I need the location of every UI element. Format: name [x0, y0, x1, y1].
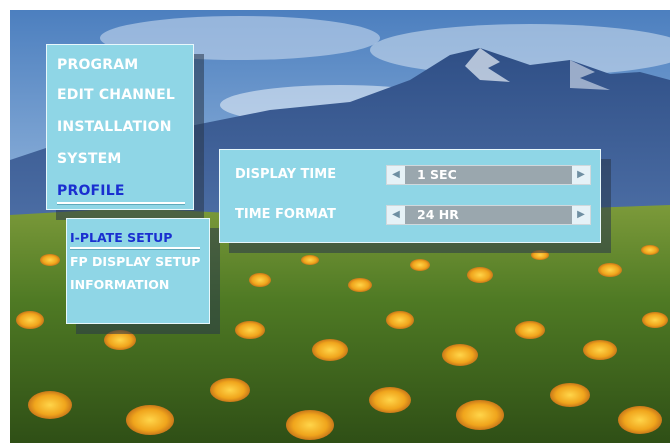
display-time-label: DISPLAY TIME	[235, 167, 337, 182]
menu-item-profile[interactable]: PROFILE	[57, 183, 125, 199]
menu-item-installation[interactable]: INSTALLATION	[57, 119, 172, 135]
triangle-right-icon[interactable]: ▶	[572, 166, 590, 184]
submenu-item-fp-display-setup[interactable]: FP DISPLAY SETUP	[70, 254, 200, 269]
i-plate-setup-panel: DISPLAY TIME ◀ 1 SEC ▶ TIME FORMAT ◀ 24 …	[219, 149, 601, 243]
triangle-left-icon[interactable]: ◀	[387, 206, 405, 224]
display-time-selector[interactable]: ◀ 1 SEC ▶	[386, 165, 591, 185]
triangle-left-icon[interactable]: ◀	[387, 166, 405, 184]
time-format-selector[interactable]: ◀ 24 HR ▶	[386, 205, 591, 225]
display-time-value: 1 SEC	[417, 167, 457, 182]
time-format-label: TIME FORMAT	[235, 207, 336, 222]
time-format-value: 24 HR	[417, 207, 459, 222]
selection-underline	[57, 202, 185, 204]
main-menu-panel: PROGRAM EDIT CHANNEL INSTALLATION SYSTEM…	[46, 44, 194, 210]
triangle-right-icon[interactable]: ▶	[572, 206, 590, 224]
menu-item-program[interactable]: PROGRAM	[57, 57, 138, 73]
profile-submenu-panel: I-PLATE SETUP FP DISPLAY SETUP INFORMATI…	[66, 218, 210, 324]
submenu-selection-underline	[70, 247, 200, 249]
menu-item-edit-channel[interactable]: EDIT CHANNEL	[57, 87, 175, 103]
submenu-item-information[interactable]: INFORMATION	[70, 277, 169, 292]
tv-screen: PROGRAM EDIT CHANNEL INSTALLATION SYSTEM…	[0, 0, 670, 443]
submenu-item-i-plate-setup[interactable]: I-PLATE SETUP	[70, 230, 172, 245]
menu-item-system[interactable]: SYSTEM	[57, 151, 122, 167]
